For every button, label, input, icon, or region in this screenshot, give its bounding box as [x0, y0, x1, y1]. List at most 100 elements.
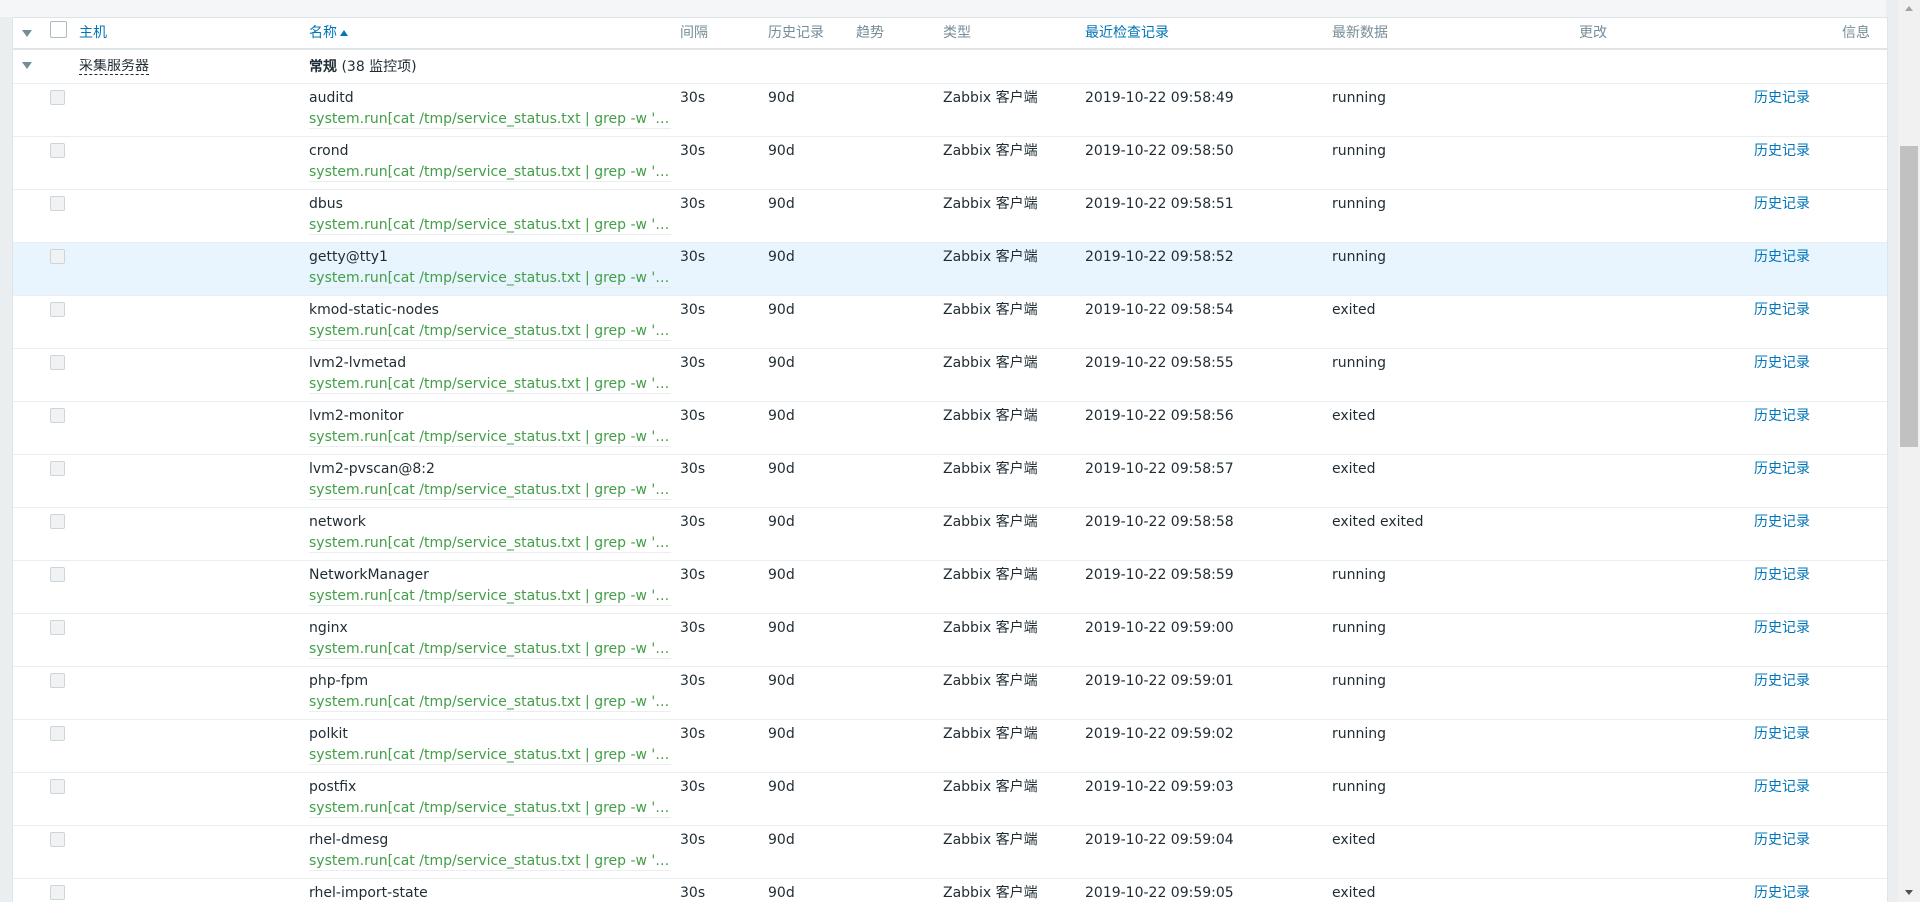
item-last-value: running [1332, 726, 1387, 742]
row-checkbox[interactable] [50, 779, 65, 794]
row-checkbox[interactable] [50, 143, 65, 158]
item-type: Zabbix 客户端 [943, 779, 1038, 795]
item-key: system.run[cat /tmp/service_status.txt |… [309, 641, 671, 659]
row-checkbox[interactable] [50, 567, 65, 582]
item-history: 90d [768, 726, 795, 742]
item-name: lvm2-lvmetad [309, 355, 407, 371]
table-row: postfix system.run[cat /tmp/service_stat… [13, 773, 1887, 826]
column-history: 历史记录 [768, 25, 824, 41]
column-name[interactable]: 名称 [309, 25, 348, 41]
item-last-value: running [1332, 779, 1387, 795]
item-key: system.run[cat /tmp/service_status.txt |… [309, 482, 671, 500]
item-name: NetworkManager [309, 567, 429, 583]
row-checkbox[interactable] [50, 885, 65, 900]
history-link[interactable]: 历史记录 [1754, 355, 1810, 372]
item-interval: 30s [680, 249, 706, 265]
column-last-check[interactable]: 最近检查记录 [1085, 25, 1169, 41]
scroll-down-icon[interactable] [1905, 890, 1913, 895]
row-checkbox[interactable] [50, 302, 65, 317]
item-type: Zabbix 客户端 [943, 143, 1038, 159]
row-checkbox[interactable] [50, 832, 65, 847]
item-name: kmod-static-nodes [309, 302, 439, 318]
item-history: 90d [768, 885, 795, 901]
column-change: 更改 [1579, 25, 1607, 41]
row-checkbox[interactable] [50, 90, 65, 105]
collapse-all-icon[interactable] [22, 30, 32, 37]
item-history: 90d [768, 408, 795, 424]
item-last-value: running [1332, 90, 1387, 106]
history-link[interactable]: 历史记录 [1754, 249, 1810, 266]
column-info: 信息 [1842, 25, 1870, 41]
item-type: Zabbix 客户端 [943, 832, 1038, 848]
history-link[interactable]: 历史记录 [1754, 567, 1810, 584]
history-link[interactable]: 历史记录 [1754, 832, 1810, 849]
history-link[interactable]: 历史记录 [1754, 673, 1810, 690]
item-interval: 30s [680, 514, 706, 530]
item-interval: 30s [680, 779, 706, 795]
row-checkbox[interactable] [50, 620, 65, 635]
item-key: system.run[cat /tmp/service_status.txt |… [309, 588, 671, 606]
item-last-check: 2019-10-22 09:58:54 [1085, 302, 1234, 318]
history-link[interactable]: 历史记录 [1754, 302, 1810, 319]
item-key: system.run[cat /tmp/service_status.txt |… [309, 800, 671, 818]
item-interval: 30s [680, 832, 706, 848]
item-type: Zabbix 客户端 [943, 461, 1038, 477]
item-last-check: 2019-10-22 09:59:00 [1085, 620, 1234, 636]
item-last-check: 2019-10-22 09:59:05 [1085, 885, 1234, 901]
group-application: 常规 (38 监控项) [309, 59, 417, 75]
vertical-scrollbar[interactable] [1898, 0, 1920, 902]
column-interval: 间隔 [680, 25, 708, 41]
history-link[interactable]: 历史记录 [1754, 514, 1810, 531]
group-host-link[interactable]: 采集服务器 [79, 59, 149, 75]
item-last-value: running [1332, 355, 1387, 371]
collapse-group-icon[interactable] [22, 62, 32, 69]
scroll-up-icon[interactable] [1905, 6, 1913, 11]
application-name: 常规 [309, 59, 337, 75]
history-link[interactable]: 历史记录 [1754, 461, 1810, 478]
item-history: 90d [768, 355, 795, 371]
row-checkbox[interactable] [50, 461, 65, 476]
item-name: auditd [309, 90, 354, 106]
item-name: rhel-dmesg [309, 832, 389, 848]
table-row: lvm2-lvmetad system.run[cat /tmp/service… [13, 349, 1887, 402]
item-type: Zabbix 客户端 [943, 726, 1038, 742]
history-link[interactable]: 历史记录 [1754, 143, 1810, 160]
row-checkbox[interactable] [50, 514, 65, 529]
item-interval: 30s [680, 408, 706, 424]
history-link[interactable]: 历史记录 [1754, 726, 1810, 743]
row-checkbox[interactable] [50, 249, 65, 264]
item-last-value: exited [1332, 302, 1376, 318]
row-checkbox[interactable] [50, 196, 65, 211]
select-all-checkbox[interactable] [50, 21, 67, 38]
history-link[interactable]: 历史记录 [1754, 885, 1810, 902]
item-history: 90d [768, 832, 795, 848]
item-name: lvm2-pvscan@8:2 [309, 461, 435, 477]
row-checkbox[interactable] [50, 408, 65, 423]
item-interval: 30s [680, 673, 706, 689]
item-type: Zabbix 客户端 [943, 302, 1038, 318]
table-row: dbus system.run[cat /tmp/service_status.… [13, 190, 1887, 243]
item-name: php-fpm [309, 673, 369, 689]
item-interval: 30s [680, 302, 706, 318]
item-history: 90d [768, 779, 795, 795]
item-type: Zabbix 客户端 [943, 196, 1038, 212]
column-host[interactable]: 主机 [79, 25, 107, 41]
history-link[interactable]: 历史记录 [1754, 408, 1810, 425]
column-last-value: 最新数据 [1332, 25, 1388, 41]
row-checkbox[interactable] [50, 673, 65, 688]
item-last-check: 2019-10-22 09:58:57 [1085, 461, 1234, 477]
scrollbar-thumb[interactable] [1900, 146, 1918, 447]
item-last-value: running [1332, 673, 1387, 689]
row-checkbox[interactable] [50, 726, 65, 741]
row-checkbox[interactable] [50, 355, 65, 370]
item-history: 90d [768, 196, 795, 212]
history-link[interactable]: 历史记录 [1754, 620, 1810, 637]
history-link[interactable]: 历史记录 [1754, 90, 1810, 107]
item-name: crond [309, 143, 349, 159]
item-last-value: running [1332, 143, 1387, 159]
table-row: crond system.run[cat /tmp/service_status… [13, 137, 1887, 190]
item-last-value: exited [1332, 832, 1376, 848]
history-link[interactable]: 历史记录 [1754, 196, 1810, 213]
history-link[interactable]: 历史记录 [1754, 779, 1810, 796]
item-interval: 30s [680, 620, 706, 636]
